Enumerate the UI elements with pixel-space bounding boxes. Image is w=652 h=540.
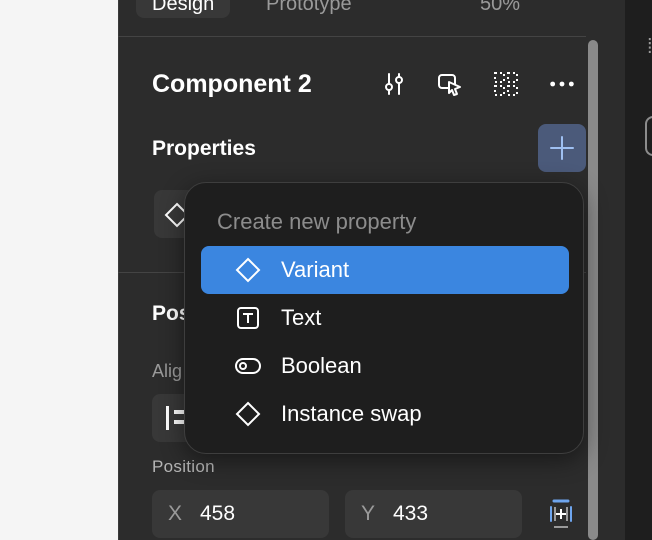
canvas-area[interactable] bbox=[0, 0, 118, 540]
menu-item-label: Instance swap bbox=[281, 401, 422, 426]
y-position-field[interactable]: Y 433 bbox=[345, 490, 522, 538]
add-property-button[interactable] bbox=[538, 124, 586, 172]
text-t-icon bbox=[235, 306, 261, 330]
x-position-field[interactable]: X 458 bbox=[152, 490, 329, 538]
plus-icon bbox=[550, 136, 574, 160]
right-toolbar: ⁞ bbox=[625, 0, 652, 540]
toolbar-glyph-icon[interactable]: ⁞ bbox=[647, 36, 652, 59]
position-label: Position bbox=[152, 457, 215, 476]
x-value[interactable]: 458 bbox=[200, 502, 235, 526]
alignment-label: Alig bbox=[152, 361, 183, 381]
properties-label: Properties bbox=[152, 137, 256, 160]
menu-item-boolean[interactable]: Boolean bbox=[201, 342, 569, 390]
menu-header: Create new property bbox=[217, 209, 417, 234]
menu-item-text[interactable]: Text bbox=[201, 294, 569, 342]
diamond-icon bbox=[235, 401, 261, 427]
tab-design[interactable]: Design bbox=[136, 0, 231, 18]
grid-dots-icon[interactable] bbox=[492, 70, 520, 98]
toolbar-bracket-icon[interactable] bbox=[645, 116, 652, 156]
menu-item-label: Text bbox=[281, 305, 322, 330]
menu-item-label: Boolean bbox=[281, 353, 362, 378]
constraints-icon[interactable] bbox=[545, 498, 577, 530]
menu-item-instance-swap[interactable]: Instance swap bbox=[201, 390, 569, 438]
align-left-icon bbox=[166, 406, 169, 430]
x-label: X bbox=[168, 502, 183, 525]
diamond-icon bbox=[235, 257, 261, 283]
zoom-level[interactable]: 50% bbox=[480, 0, 520, 18]
tab-prototype[interactable]: Prototype bbox=[266, 0, 352, 18]
y-value[interactable]: 433 bbox=[393, 502, 428, 526]
menu-item-variant[interactable]: Variant bbox=[201, 246, 569, 294]
component-title: Component 2 bbox=[152, 70, 312, 98]
y-label: Y bbox=[361, 502, 376, 525]
create-property-menu: Create new property Variant Text Boolean bbox=[184, 182, 584, 454]
more-icon[interactable] bbox=[548, 70, 576, 98]
adjust-icon[interactable] bbox=[380, 70, 408, 98]
panel-edge bbox=[600, 0, 625, 540]
select-instance-icon[interactable] bbox=[436, 70, 464, 98]
menu-item-label: Variant bbox=[281, 257, 350, 282]
panel-tabs: Design Prototype 50% bbox=[118, 0, 586, 37]
toggle-icon bbox=[235, 354, 261, 378]
scrollbar-thumb[interactable] bbox=[588, 40, 598, 540]
